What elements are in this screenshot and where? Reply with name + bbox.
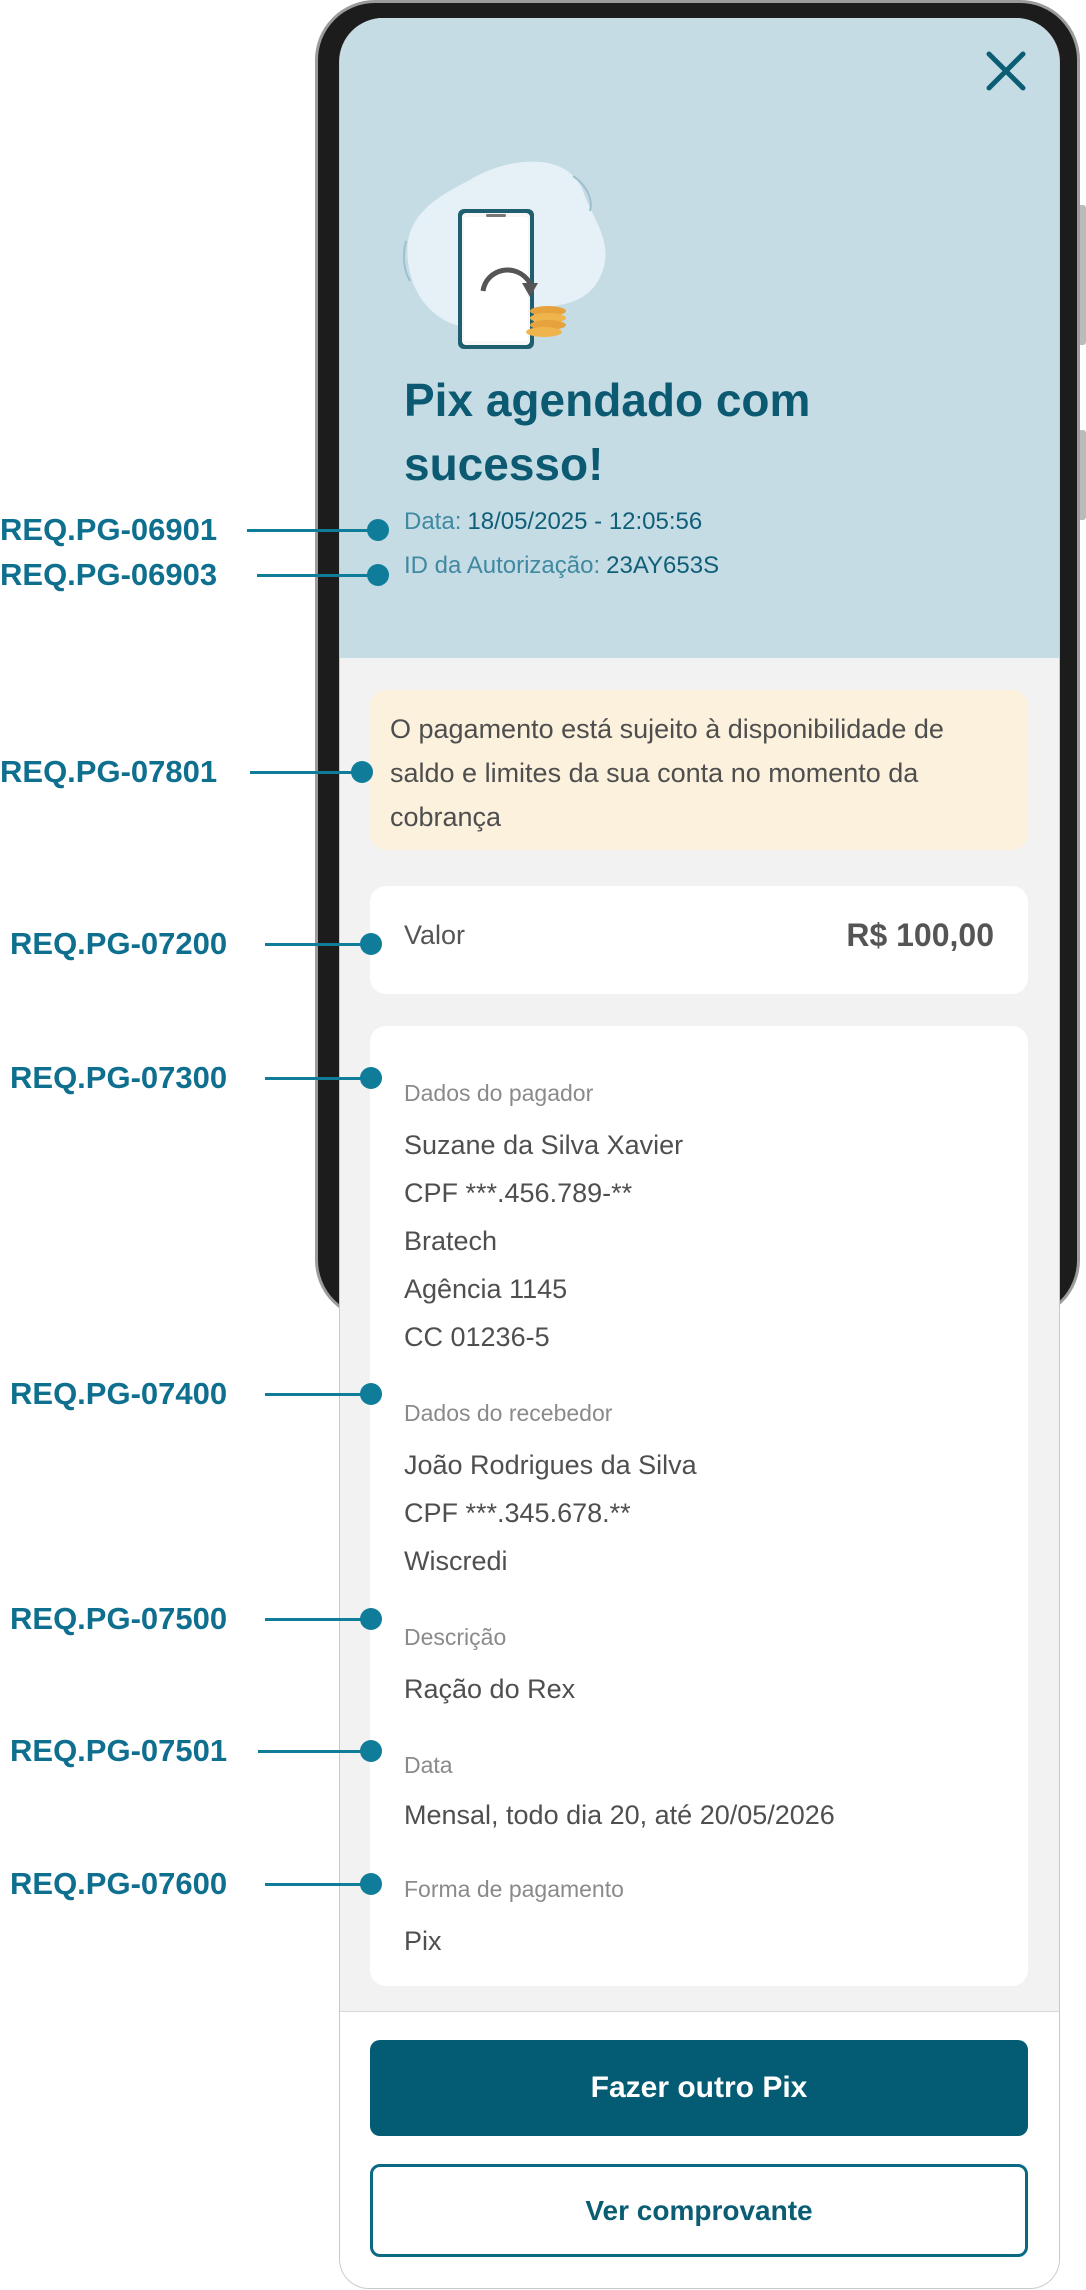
annotation-dot bbox=[367, 519, 389, 541]
page-title: Pix agendado com sucesso! bbox=[404, 374, 811, 490]
annotation-dot bbox=[351, 761, 373, 783]
payment-details-card: Dados do pagador Suzane da Silva Xavier … bbox=[370, 1026, 1028, 1986]
annotation-dot bbox=[360, 933, 382, 955]
annotation-leader bbox=[265, 943, 373, 946]
annotation-label: REQ.PG-07801 bbox=[0, 754, 218, 789]
phone-side-button bbox=[1080, 205, 1086, 345]
payer-institution: Bratech bbox=[404, 1226, 498, 1256]
payment-method-label: Forma de pagamento bbox=[404, 1876, 624, 1902]
amount-value: R$ 100,00 bbox=[846, 917, 994, 953]
annotation-label: REQ.PG-07200 bbox=[10, 926, 228, 961]
receiver-cpf: CPF ***.345.678.** bbox=[404, 1498, 631, 1528]
annotation-label: REQ.PG-07501 bbox=[10, 1733, 228, 1768]
annotation-label: REQ.PG-07500 bbox=[10, 1601, 228, 1636]
action-footer: Fazer outro Pix Ver comprovante bbox=[340, 2011, 1059, 2288]
annotation-dot bbox=[360, 1873, 382, 1895]
annotation-leader bbox=[257, 574, 375, 577]
annotation-leader bbox=[250, 771, 360, 774]
annotation-dot bbox=[367, 564, 389, 586]
annotation-leader bbox=[247, 529, 375, 532]
description-value: Ração do Rex bbox=[404, 1674, 576, 1704]
payer-name: Suzane da Silva Xavier bbox=[404, 1130, 684, 1160]
authorization-id-label: ID da Autorização: bbox=[404, 552, 601, 579]
annotation-dot bbox=[360, 1067, 382, 1089]
close-icon[interactable] bbox=[983, 48, 1029, 94]
receiver-institution: Wiscredi bbox=[404, 1546, 508, 1576]
view-receipt-button[interactable]: Ver comprovante bbox=[370, 2164, 1028, 2257]
payer-cpf: CPF ***.456.789-** bbox=[404, 1178, 633, 1208]
amount-card: Valor R$ 100,00 bbox=[370, 886, 1028, 994]
phone-payment-illustration bbox=[402, 161, 606, 349]
annotation-label: REQ.PG-07400 bbox=[10, 1376, 228, 1411]
annotation-leader bbox=[265, 1077, 373, 1080]
annotation-leader bbox=[265, 1883, 373, 1886]
schedule-date-label: Data: bbox=[404, 508, 462, 535]
payer-section-label: Dados do pagador bbox=[404, 1080, 594, 1106]
annotation-label: REQ.PG-06901 bbox=[0, 512, 218, 547]
annotation-label: REQ.PG-07600 bbox=[10, 1866, 228, 1901]
annotation-leader bbox=[258, 1750, 373, 1753]
schedule-date: Data: 18/05/2025 - 12:05:56 bbox=[404, 508, 702, 536]
recurrence-label: Data bbox=[404, 1752, 453, 1778]
annotation-dot bbox=[360, 1740, 382, 1762]
receiver-name: João Rodrigues da Silva bbox=[404, 1450, 697, 1480]
phone-side-button bbox=[1080, 430, 1086, 520]
annotation-dot bbox=[360, 1383, 382, 1405]
payer-agency: Agência 1145 bbox=[404, 1274, 568, 1304]
schedule-date-value: 18/05/2025 - 12:05:56 bbox=[467, 508, 703, 535]
amount-label: Valor bbox=[404, 920, 466, 950]
annotation-label: REQ.PG-06903 bbox=[0, 557, 218, 592]
success-header: Pix agendado com sucesso! Data: 18/05/202… bbox=[340, 18, 1059, 658]
balance-notice: O pagamento está sujeito à disponibilida… bbox=[370, 690, 1028, 850]
annotation-leader bbox=[265, 1618, 373, 1621]
annotation-dot bbox=[360, 1608, 382, 1630]
payment-method-value: Pix bbox=[404, 1926, 442, 1956]
authorization-id: ID da Autorização: 23AY653S bbox=[404, 552, 719, 580]
description-label: Descrição bbox=[404, 1624, 507, 1650]
recurrence-value: Mensal, todo dia 20, até 20/05/2026 bbox=[404, 1800, 835, 1830]
authorization-id-value: 23AY653S bbox=[606, 552, 720, 579]
annotation-label: REQ.PG-07300 bbox=[10, 1060, 228, 1095]
new-pix-button[interactable]: Fazer outro Pix bbox=[370, 2040, 1028, 2136]
annotation-leader bbox=[265, 1393, 373, 1396]
receiver-section-label: Dados do recebedor bbox=[404, 1400, 613, 1426]
payer-account: CC 01236-5 bbox=[404, 1322, 550, 1352]
app-screen: Pix agendado com sucesso! Data: 18/05/202… bbox=[339, 18, 1060, 2289]
